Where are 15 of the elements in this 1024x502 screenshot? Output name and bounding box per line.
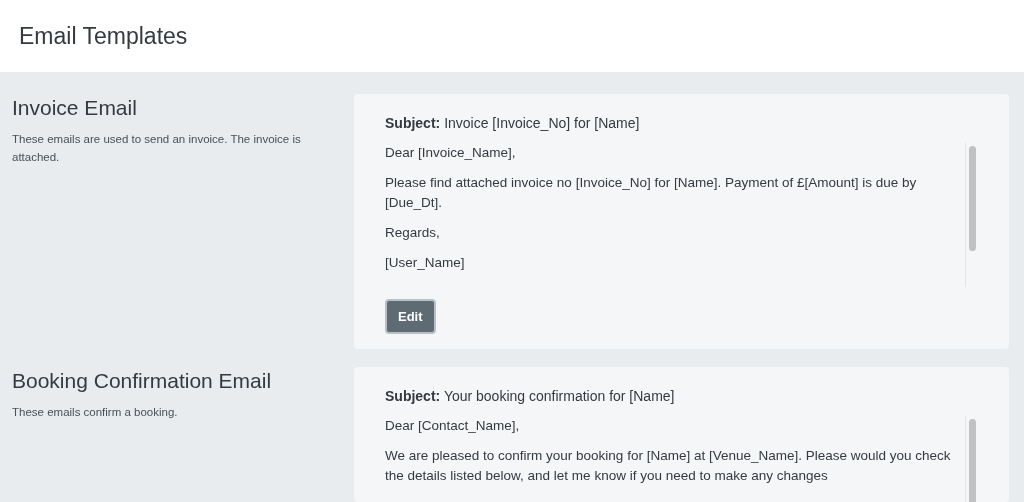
scrollbar[interactable]	[965, 143, 978, 287]
template-description: These emails confirm a booking.	[12, 405, 179, 420]
body-paragraph: Dear [Invoice_Name],	[385, 144, 517, 162]
template-title: Booking Confirmation Email	[12, 369, 273, 393]
page-title: Email Templates	[19, 22, 188, 50]
body-paragraph: Regards,	[385, 224, 441, 242]
subject-line: Subject: Your booking confirmation for [Name]	[385, 388, 676, 404]
body-paragraph: Dear [Contact_Name],	[385, 417, 521, 435]
edit-button[interactable]: Edit	[385, 299, 436, 334]
template-description: These emails are used to send an invoice. The invoice is attached.	[12, 132, 302, 165]
subject-line: Subject: Invoice [Invoice_No] for [Name]	[385, 115, 641, 131]
body-paragraph: [User_Name]	[385, 254, 466, 272]
template-title: Invoice Email	[12, 96, 138, 120]
body-paragraph: We are pleased to confirm your booking for [Name] at [Venue_Name]. Please would you check the details listed below, and let me know if you need to make any changes	[385, 447, 952, 485]
body-paragraph: Please find attached invoice no [Invoice_No] for [Name]. Payment of £[Amount] is due by [Due_Dt].	[385, 174, 918, 212]
